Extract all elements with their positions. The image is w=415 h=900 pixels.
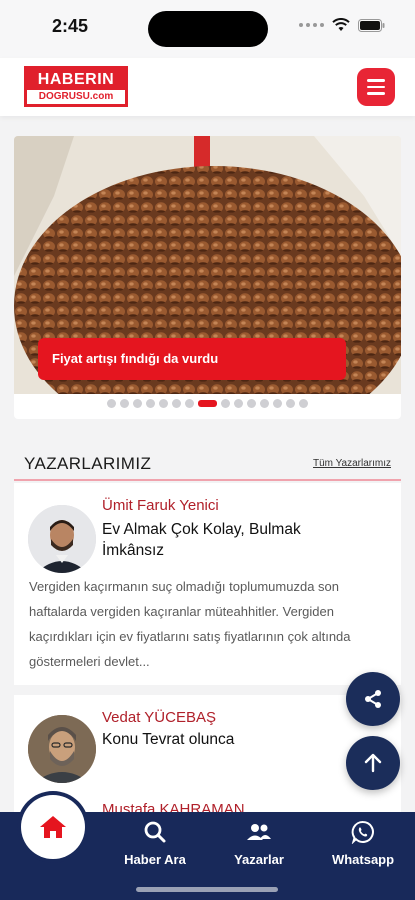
slider-dot[interactable] [172, 399, 181, 408]
author-name[interactable]: Ümit Faruk Yenici [102, 497, 219, 514]
nav-item-whatsapp[interactable]: Whatsapp [318, 820, 408, 867]
hamburger-menu-button[interactable] [357, 68, 395, 106]
authors-section: YAZARLARIMIZ Tüm Yazarlarımız Ümit Faruk… [14, 445, 401, 825]
authors-section-title: YAZARLARIMIZ [24, 454, 152, 473]
slider-dot[interactable] [221, 399, 230, 408]
all-authors-link[interactable]: Tüm Yazarlarımız [313, 458, 391, 469]
article-title[interactable]: Konu Tevrat olunca [102, 729, 362, 750]
status-time: 2:45 [52, 16, 89, 36]
nav-item-authors[interactable]: Yazarlar [214, 820, 304, 867]
nav-item-search[interactable]: Haber Ara [110, 820, 200, 867]
slider-dot[interactable] [198, 400, 217, 407]
menu-bar [367, 79, 385, 82]
signal-icon [299, 23, 324, 27]
slider-dot[interactable] [159, 399, 168, 408]
search-icon [144, 821, 166, 843]
slider-dot[interactable] [260, 399, 269, 408]
slider-dot[interactable] [120, 399, 129, 408]
home-icon [40, 816, 66, 838]
slider-pagination[interactable] [14, 399, 401, 408]
menu-bar [367, 92, 385, 95]
headline-slider[interactable]: Fiyat artışı fındığı da vurdu [14, 136, 401, 419]
app-header: HABERIN DOGRUSU.com [0, 58, 415, 116]
author-card[interactable]: Ümit Faruk Yenici Ev Almak Çok Kolay, Bu… [14, 483, 401, 685]
status-bar: 2:45 [0, 0, 415, 58]
logo-line-1: HABERIN [27, 69, 125, 90]
slider-dot[interactable] [107, 399, 116, 408]
slider-dot[interactable] [299, 399, 308, 408]
dynamic-island [148, 11, 268, 47]
home-indicator [136, 887, 278, 892]
nav-label: Haber Ara [124, 852, 186, 867]
logo-line-2: DOGRUSU.com [38, 91, 114, 102]
arrow-up-icon [364, 753, 382, 773]
nav-label: Yazarlar [234, 852, 284, 867]
share-icon [365, 690, 381, 708]
slider-dot[interactable] [185, 399, 194, 408]
scroll-to-top-button[interactable] [346, 736, 400, 790]
users-icon [247, 824, 271, 840]
menu-bar [367, 85, 385, 89]
article-title[interactable]: Ev Almak Çok Kolay, Bulmak İmkânsız [102, 519, 362, 561]
author-name[interactable]: Vedat YÜCEBAŞ [102, 709, 216, 726]
share-button[interactable] [346, 672, 400, 726]
article-excerpt: Vergiden kaçırmanın suç olmadığı toplumu… [29, 579, 351, 669]
slider-dot[interactable] [286, 399, 295, 408]
authors-section-header: YAZARLARIMIZ Tüm Yazarlarımız [14, 445, 401, 481]
avatar [28, 505, 96, 573]
slider-dot[interactable] [146, 399, 155, 408]
nav-label: Whatsapp [331, 852, 395, 867]
status-icons [299, 18, 385, 32]
slide-caption[interactable]: Fiyat artışı fındığı da vurdu [38, 338, 346, 380]
site-logo[interactable]: HABERIN DOGRUSU.com [24, 66, 128, 107]
avatar [28, 715, 96, 783]
whatsapp-icon [351, 820, 374, 845]
wifi-icon [332, 18, 350, 31]
battery-icon [358, 18, 385, 32]
slider-dot[interactable] [273, 399, 282, 408]
slider-dot[interactable] [133, 399, 142, 408]
home-button[interactable] [21, 795, 85, 859]
slider-dot[interactable] [234, 399, 243, 408]
slider-dot[interactable] [247, 399, 256, 408]
